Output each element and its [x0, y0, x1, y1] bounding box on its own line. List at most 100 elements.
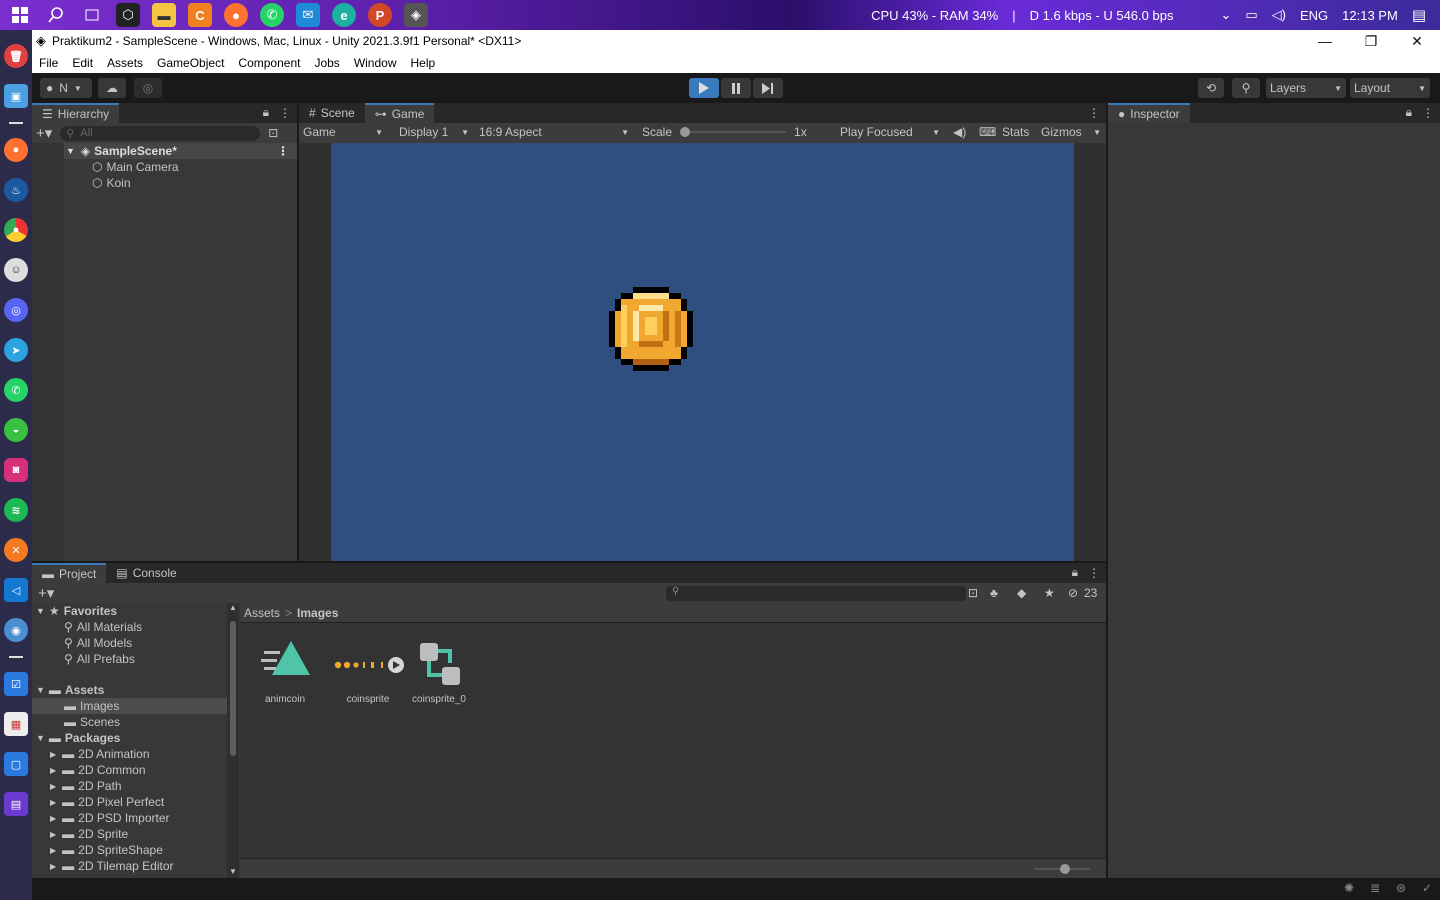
scale-slider[interactable] — [680, 127, 787, 137]
expand-arrow-icon[interactable]: ▶ — [50, 750, 56, 759]
hierarchy-item[interactable]: ⬡ Main Camera — [32, 159, 297, 175]
volume-icon[interactable]: ◁) — [1272, 7, 1286, 23]
expand-arrow-icon[interactable]: ▼ — [36, 733, 45, 743]
task-view-icon[interactable] — [80, 3, 104, 27]
panel-menu-icon[interactable]: ⋮ — [279, 106, 291, 120]
cloud-button[interactable]: ☁ — [98, 78, 126, 98]
folder-images[interactable]: ▬ Images — [32, 698, 239, 714]
github-icon[interactable]: ◉ — [4, 618, 28, 642]
instagram-icon[interactable]: ◙ — [4, 458, 28, 482]
panel-menu-icon[interactable]: ⋮ — [1422, 106, 1434, 120]
discord-icon[interactable]: ◎ — [4, 298, 28, 322]
game-viewport[interactable] — [299, 143, 1106, 561]
package-item[interactable]: ▶ ▬ 2D Tilemap Editor — [32, 858, 239, 874]
expand-arrow-icon[interactable]: ▼ — [36, 606, 45, 616]
mute-audio-button[interactable]: ◀) — [949, 123, 969, 141]
menu-file[interactable]: File — [39, 56, 58, 70]
tree-scrollbar[interactable]: ▲ ▼ — [227, 603, 239, 878]
create-button[interactable]: +▾ — [36, 124, 52, 142]
chevron-up-icon[interactable]: ⌄ — [1220, 7, 1231, 23]
chrome-icon[interactable]: ● — [4, 218, 28, 242]
xampp-icon[interactable]: ✕ — [4, 538, 28, 562]
package-item[interactable]: ▶ ▬ 2D PSD Importer — [32, 810, 239, 826]
expand-arrow-icon[interactable]: ▶ — [50, 862, 56, 871]
unity-hub-icon[interactable]: ⬡ — [116, 3, 140, 27]
expand-arrow-icon[interactable]: ▶ — [50, 782, 56, 791]
line-icon[interactable]: ◒ — [4, 418, 28, 442]
layers-dropdown[interactable]: Layers ▼ — [1266, 78, 1346, 98]
computer-icon[interactable]: ▣ — [4, 84, 28, 108]
display-dropdown[interactable]: Display 1 ▼ — [395, 123, 473, 141]
breadcrumb-assets[interactable]: Assets — [244, 606, 280, 620]
check-icon[interactable]: ✓ — [1422, 881, 1432, 895]
package-item[interactable]: ▶ ▬ 2D Sprite — [32, 826, 239, 842]
tab-hierarchy[interactable]: ☰ Hierarchy — [32, 103, 120, 123]
language-indicator[interactable]: ENG — [1300, 8, 1328, 23]
scene-menu-icon[interactable]: ⋮ — [277, 144, 289, 158]
favorite-item[interactable]: ⚲ All Materials — [32, 619, 239, 635]
package-item[interactable]: ▶ ▬ 2D Common — [32, 762, 239, 778]
play-button[interactable] — [689, 78, 719, 98]
hidden-packages-icon[interactable]: ⊘ — [1068, 586, 1078, 600]
edge-icon[interactable]: e — [332, 3, 356, 27]
panel-menu-icon[interactable]: ⋮ — [1088, 106, 1100, 120]
powerpoint-icon[interactable]: P — [368, 3, 392, 27]
filter-by-label-icon[interactable]: ◆ — [1017, 586, 1026, 600]
tab-project[interactable]: ▬ Project — [32, 563, 107, 583]
game-icon[interactable]: ☺ — [4, 258, 28, 282]
lock-icon[interactable]: 🔒︎ — [1072, 565, 1078, 580]
history-button[interactable]: ⟲ — [1198, 78, 1224, 98]
layout-dropdown[interactable]: Layout ▼ — [1350, 78, 1430, 98]
app-orange-icon[interactable]: C — [188, 3, 212, 27]
gizmos-dropdown[interactable]: Gizmos ▼ — [1037, 123, 1105, 141]
windows-start-icon[interactable] — [8, 3, 32, 27]
minimize-button[interactable]: — — [1302, 30, 1348, 52]
scene-visibility-icon[interactable]: ⊡ — [268, 126, 278, 140]
tab-game[interactable]: ⊶ Game — [364, 103, 435, 123]
tab-inspector[interactable]: ● Inspector — [1108, 103, 1190, 123]
tab-scene[interactable]: # Scene — [299, 103, 365, 123]
breadcrumb-images[interactable]: Images — [297, 606, 338, 620]
cache-icon[interactable]: ≣ — [1370, 881, 1380, 895]
tab-console[interactable]: ▤ Console — [106, 563, 186, 583]
assets-row[interactable]: ▼ ▬ Assets — [32, 682, 239, 698]
filter-by-type-icon[interactable]: ♣ — [990, 586, 998, 600]
menu-window[interactable]: Window — [354, 56, 397, 70]
menu-help[interactable]: Help — [411, 56, 436, 70]
hierarchy-search-input[interactable]: ⚲ All — [60, 125, 261, 141]
debug-icon[interactable]: ✺ — [1344, 881, 1354, 895]
expand-arrow-icon[interactable]: ▼ — [36, 685, 45, 695]
screen-icon[interactable]: ▢ — [4, 752, 28, 776]
menu-assets[interactable]: Assets — [107, 56, 143, 70]
progress-icon[interactable]: ⊛ — [1396, 881, 1406, 895]
whatsapp-dock-icon[interactable]: ✆ — [4, 378, 28, 402]
search-button[interactable]: ⚲ — [1232, 78, 1260, 98]
expand-arrow-icon[interactable]: ▶ — [50, 830, 56, 839]
scale-slider-handle[interactable] — [680, 127, 691, 137]
expand-arrow-icon[interactable]: ▶ — [50, 846, 56, 855]
create-button[interactable]: +▾ — [38, 584, 54, 602]
firefox-dock-icon[interactable]: ● — [4, 138, 28, 162]
purple-app-icon[interactable]: ▤ — [4, 792, 28, 816]
expand-arrow-icon[interactable]: ▶ — [50, 766, 56, 775]
view-mode-dropdown[interactable]: Game ▼ — [299, 123, 387, 141]
expand-arrow-icon[interactable]: ▶ — [50, 814, 56, 823]
icon-size-slider-handle[interactable] — [1060, 864, 1070, 874]
collab-button[interactable]: ◎ — [134, 78, 162, 98]
favorite-item[interactable]: ⚲ All Models — [32, 635, 239, 651]
icon-size-slider[interactable] — [1034, 864, 1090, 874]
project-search-input[interactable]: ⚲ — [666, 586, 966, 601]
scroll-down-icon[interactable]: ▼ — [229, 867, 237, 876]
package-item[interactable]: ▶ ▬ 2D SpriteShape — [32, 842, 239, 858]
calendar-icon[interactable]: ▦ — [4, 712, 28, 736]
step-button[interactable] — [753, 78, 783, 98]
favorite-item[interactable]: ⚲ All Prefabs — [32, 651, 239, 667]
spotify-icon[interactable]: ≋ — [4, 498, 28, 522]
stats-button[interactable]: Stats — [998, 123, 1034, 141]
expand-arrow-icon[interactable]: ▼ — [66, 146, 75, 156]
file-explorer-icon[interactable]: ▬ — [152, 3, 176, 27]
asset-coinsprite-0[interactable]: coinsprite_0 — [406, 637, 472, 717]
close-button[interactable]: ✕ — [1394, 30, 1440, 52]
packages-row[interactable]: ▼ ▬ Packages — [32, 730, 239, 746]
menu-gameobject[interactable]: GameObject — [157, 56, 224, 70]
